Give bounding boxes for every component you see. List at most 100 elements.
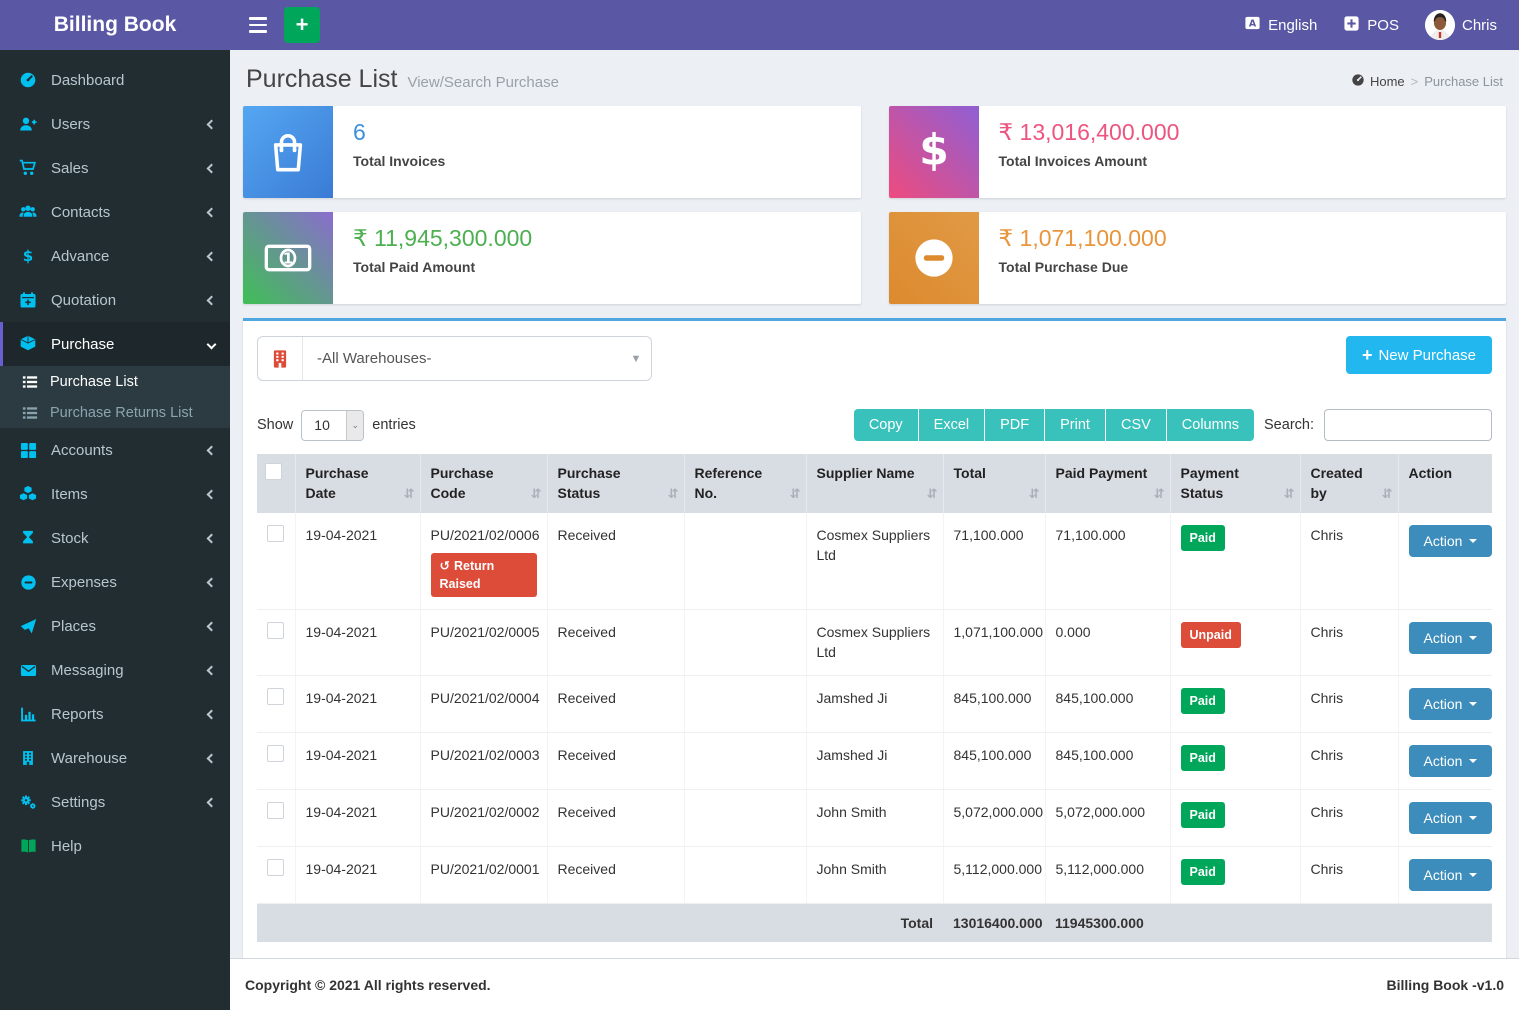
- sidebar-item-help[interactable]: Help: [0, 824, 230, 868]
- col-reference-no[interactable]: Reference No.⇵: [684, 454, 806, 513]
- sidebar: Dashboard Users Sales Contacts $ Advance…: [0, 50, 230, 1010]
- sidebar-item-accounts[interactable]: Accounts: [0, 428, 230, 472]
- sidebar-item-dashboard[interactable]: Dashboard: [0, 58, 230, 102]
- sidebar-item-quotation[interactable]: Quotation: [0, 278, 230, 322]
- plus-square-icon: [1343, 15, 1360, 36]
- export-pdf-button[interactable]: PDF: [985, 409, 1044, 441]
- row-checkbox[interactable]: [267, 622, 284, 639]
- sidebar-item-places[interactable]: Places: [0, 604, 230, 648]
- pos-button[interactable]: POS: [1343, 15, 1399, 36]
- export-csv-button[interactable]: CSV: [1106, 409, 1166, 441]
- sidebar-item-contacts[interactable]: Contacts: [0, 190, 230, 234]
- reference-cell: [684, 610, 806, 676]
- purchase-status-cell: Received: [547, 675, 684, 732]
- totals-paid: 11945300.000: [1045, 903, 1170, 942]
- action-button[interactable]: Action: [1409, 859, 1493, 891]
- row-checkbox[interactable]: [267, 802, 284, 819]
- payment-status-cell: Unpaid: [1170, 610, 1300, 676]
- sidebar-item-messaging[interactable]: Messaging: [0, 648, 230, 692]
- action-button[interactable]: Action: [1409, 802, 1493, 834]
- user-menu[interactable]: Chris: [1425, 10, 1497, 40]
- sidebar-item-reports[interactable]: Reports: [0, 692, 230, 736]
- new-purchase-button[interactable]: + New Purchase: [1346, 336, 1492, 374]
- sort-icon[interactable]: ⇵: [668, 485, 679, 504]
- col-payment-status[interactable]: Payment Status⇵: [1170, 454, 1300, 513]
- export-print-button[interactable]: Print: [1045, 409, 1105, 441]
- purchase-status-cell: Received: [547, 732, 684, 789]
- purchase-code-cell: PU/2021/02/0005: [420, 610, 547, 676]
- sort-icon[interactable]: ⇵: [1382, 485, 1393, 504]
- export-copy-button[interactable]: Copy: [854, 409, 918, 441]
- table-row: 19-04-2021 PU/2021/02/0006 ↺Return Raise…: [257, 513, 1492, 610]
- row-checkbox[interactable]: [267, 859, 284, 876]
- page-size-select[interactable]: 10: [301, 410, 364, 441]
- app-brand[interactable]: Billing Book: [0, 0, 230, 50]
- sidebar-item-expenses[interactable]: Expenses: [0, 560, 230, 604]
- paid-cell: 5,112,000.000: [1045, 846, 1170, 903]
- col-purchase-code[interactable]: Purchase Code⇵: [420, 454, 547, 513]
- row-checkbox[interactable]: [267, 688, 284, 705]
- stat-label: Total Purchase Due: [999, 259, 1167, 275]
- breadcrumb-home-link[interactable]: Home: [1351, 73, 1405, 90]
- export-excel-button[interactable]: Excel: [919, 409, 984, 441]
- warehouse-filter-select[interactable]: -All Warehouses- ▼: [257, 336, 652, 381]
- dashboard-icon: [18, 71, 38, 89]
- sidebar-item-advance[interactable]: $ Advance: [0, 234, 230, 278]
- sort-icon[interactable]: ⇵: [1284, 485, 1295, 504]
- select-all-checkbox[interactable]: [265, 463, 282, 480]
- shopping-bag-icon: [243, 106, 333, 198]
- reference-cell: [684, 732, 806, 789]
- sort-icon[interactable]: ⇵: [404, 485, 415, 504]
- sort-icon[interactable]: ⇵: [531, 485, 542, 504]
- col-purchase-status[interactable]: Purchase Status⇵: [547, 454, 684, 513]
- col-total[interactable]: Total⇵: [943, 454, 1045, 513]
- col-purchase-date[interactable]: Purchase Date⇵: [295, 454, 420, 513]
- sidebar-item-purchase[interactable]: Purchase: [0, 322, 230, 366]
- sidebar-item-purchase-returns-list[interactable]: Purchase Returns List: [0, 397, 230, 428]
- sidebar-item-purchase-list[interactable]: Purchase List: [0, 366, 230, 397]
- purchase-date-cell: 19-04-2021: [295, 732, 420, 789]
- sort-icon[interactable]: ⇵: [1029, 485, 1040, 504]
- sort-icon[interactable]: ⇵: [927, 485, 938, 504]
- action-cell: Action: [1398, 513, 1492, 610]
- page-title: Purchase List: [246, 65, 397, 94]
- sidebar-item-warehouse[interactable]: Warehouse: [0, 736, 230, 780]
- total-cell: 5,072,000.000: [943, 789, 1045, 846]
- sidebar-item-sales[interactable]: Sales: [0, 146, 230, 190]
- action-button[interactable]: Action: [1409, 525, 1493, 557]
- action-button[interactable]: Action: [1409, 745, 1493, 777]
- envelope-icon: [18, 662, 38, 679]
- col-created-by[interactable]: Created by⇵: [1300, 454, 1398, 513]
- search-input[interactable]: [1324, 409, 1492, 441]
- table-row: 19-04-2021 PU/2021/02/0002 Received John…: [257, 789, 1492, 846]
- payment-status-cell: Paid: [1170, 675, 1300, 732]
- purchase-code-cell: PU/2021/02/0003: [420, 732, 547, 789]
- status-badge: Paid: [1181, 688, 1225, 714]
- action-button[interactable]: Action: [1409, 688, 1493, 720]
- quick-add-button[interactable]: +: [284, 7, 320, 43]
- sort-icon[interactable]: ⇵: [1154, 485, 1165, 504]
- sidebar-item-stock[interactable]: Stock: [0, 516, 230, 560]
- minus-circle-icon: [18, 574, 38, 591]
- copyright-text: Copyright © 2021 All rights reserved.: [245, 977, 491, 993]
- purchase-date-cell: 19-04-2021: [295, 675, 420, 732]
- export-columns-button[interactable]: Columns: [1167, 409, 1254, 441]
- sidebar-item-users[interactable]: Users: [0, 102, 230, 146]
- col-supplier-name[interactable]: Supplier Name⇵: [806, 454, 943, 513]
- sort-icon[interactable]: ⇵: [790, 485, 801, 504]
- sidebar-item-settings[interactable]: Settings: [0, 780, 230, 824]
- action-button[interactable]: Action: [1409, 622, 1493, 654]
- row-checkbox[interactable]: [267, 525, 284, 542]
- plus-icon: +: [296, 14, 309, 36]
- page-footer: Copyright © 2021 All rights reserved. Bi…: [230, 958, 1519, 1010]
- sidebar-toggle-button[interactable]: [236, 0, 280, 50]
- row-checkbox[interactable]: [267, 745, 284, 762]
- col-paid-payment[interactable]: Paid Payment⇵: [1045, 454, 1170, 513]
- undo-icon: ↺: [440, 559, 450, 573]
- chevron-left-icon: [207, 709, 217, 719]
- book-icon: [18, 838, 38, 855]
- svg-text:$: $: [23, 247, 33, 265]
- stat-card-total-invoices: 6 Total Invoices: [243, 106, 861, 198]
- language-menu[interactable]: A English: [1244, 15, 1317, 36]
- sidebar-item-items[interactable]: Items: [0, 472, 230, 516]
